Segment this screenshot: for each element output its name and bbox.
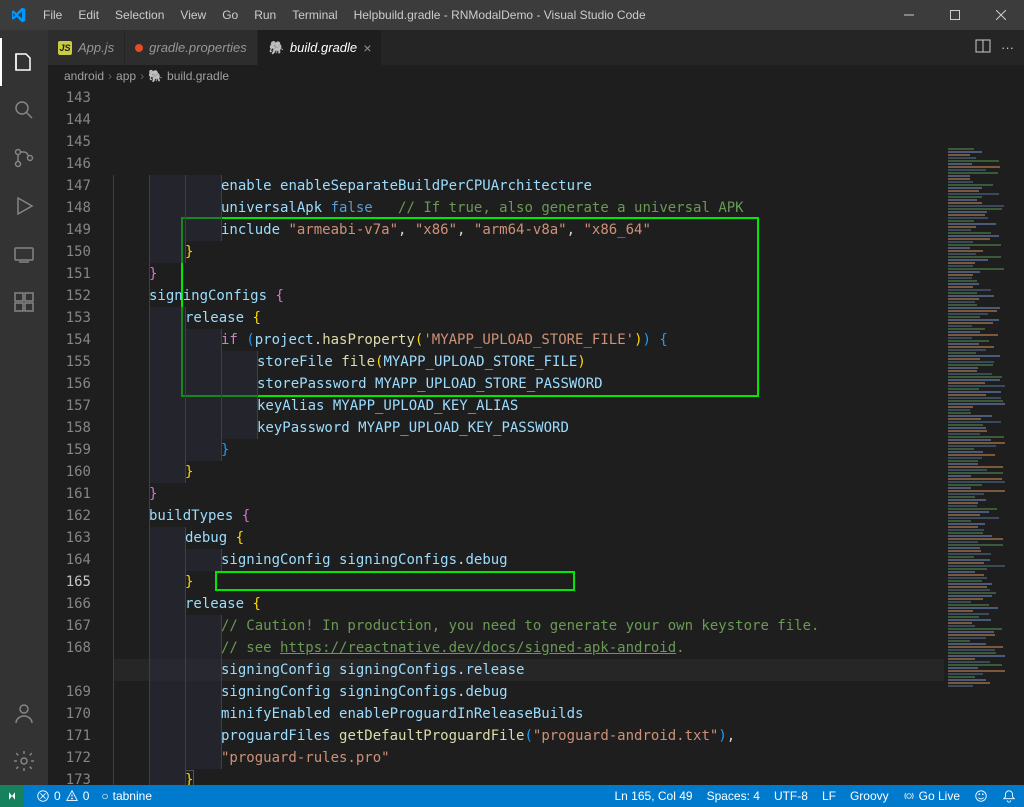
minimize-button[interactable] (886, 0, 932, 30)
extensions-icon[interactable] (0, 278, 48, 326)
breadcrumb-item[interactable]: build.gradle (167, 69, 229, 83)
close-button[interactable] (978, 0, 1024, 30)
code-line[interactable]: } (113, 263, 1024, 285)
code-line[interactable]: } (113, 769, 1024, 785)
menu-item-go[interactable]: Go (214, 0, 246, 30)
code-line[interactable]: if (project.hasProperty('MYAPP_UPLOAD_ST… (113, 329, 1024, 351)
code-line[interactable]: } (113, 483, 1024, 505)
code-content[interactable]: enable enableSeparateBuildPerCPUArchitec… (113, 87, 1024, 785)
close-tab-icon[interactable]: × (363, 40, 371, 56)
menu-item-edit[interactable]: Edit (70, 0, 107, 30)
code-line[interactable]: universalApk false // If true, also gene… (113, 197, 1024, 219)
indentation-indicator[interactable]: Spaces: 4 (707, 789, 760, 803)
notifications-icon[interactable] (1002, 789, 1016, 803)
code-line[interactable]: release { (113, 307, 1024, 329)
code-line[interactable]: } (113, 461, 1024, 483)
code-line[interactable]: "proguard-rules.pro" (113, 747, 1024, 769)
gradle-icon: 🐘 (148, 69, 163, 83)
menu-item-view[interactable]: View (172, 0, 214, 30)
menu-bar: FileEditSelectionViewGoRunTerminalHelp (35, 0, 386, 30)
tab-App-js[interactable]: JSApp.js (48, 30, 125, 65)
code-line[interactable]: buildTypes { (113, 505, 1024, 527)
code-line[interactable]: } (113, 571, 1024, 593)
code-line[interactable]: signingConfigs { (113, 285, 1024, 307)
gradle-icon: 🐘 (268, 40, 284, 56)
menu-item-terminal[interactable]: Terminal (284, 0, 345, 30)
tab-gradle-properties[interactable]: gradle.properties (125, 30, 258, 65)
tab-bar: JSApp.jsgradle.properties🐘build.gradle× … (48, 30, 1024, 65)
menu-item-file[interactable]: File (35, 0, 70, 30)
feedback-icon[interactable] (974, 789, 988, 803)
activity-bar (0, 30, 48, 785)
window-title: build.gradle - RNModalDemo - Visual Stud… (378, 8, 645, 22)
remote-indicator[interactable] (0, 785, 24, 807)
split-editor-icon[interactable] (975, 38, 991, 57)
chevron-right-icon: › (140, 69, 144, 83)
explorer-icon[interactable] (0, 38, 48, 86)
menu-item-run[interactable]: Run (246, 0, 284, 30)
search-icon[interactable] (0, 86, 48, 134)
status-bar: 0 0 ○ tabnine Ln 165, Col 49 Spaces: 4 U… (0, 785, 1024, 807)
go-live-button[interactable]: Go Live (903, 789, 960, 803)
window-controls (886, 0, 1024, 30)
remote-icon[interactable] (0, 230, 48, 278)
eol-indicator[interactable]: LF (822, 789, 836, 803)
minimap[interactable] (944, 144, 1024, 785)
code-line[interactable]: // Caution! In production, you need to g… (113, 615, 1024, 637)
code-line[interactable]: } (113, 439, 1024, 461)
vscode-logo-icon (0, 7, 35, 23)
js-icon: JS (58, 41, 72, 55)
source-control-icon[interactable] (0, 134, 48, 182)
menu-item-selection[interactable]: Selection (107, 0, 172, 30)
code-line[interactable]: keyPassword MYAPP_UPLOAD_KEY_PASSWORD (113, 417, 1024, 439)
tabnine-indicator[interactable]: ○ tabnine (101, 789, 152, 803)
cursor-position[interactable]: Ln 165, Col 49 (615, 789, 693, 803)
code-line[interactable]: keyAlias MYAPP_UPLOAD_KEY_ALIAS (113, 395, 1024, 417)
code-line[interactable]: signingConfig signingConfigs.debug (113, 681, 1024, 703)
more-actions-icon[interactable]: ··· (1001, 40, 1014, 55)
breadcrumbs[interactable]: android › app › 🐘 build.gradle (48, 65, 1024, 87)
code-line[interactable]: minifyEnabled enableProguardInReleaseBui… (113, 703, 1024, 725)
code-line[interactable]: release { (113, 593, 1024, 615)
code-line[interactable]: debug { (113, 527, 1024, 549)
settings-gear-icon[interactable] (0, 737, 48, 785)
breadcrumb-item[interactable]: android (64, 69, 104, 83)
code-line[interactable]: signingConfig signingConfigs.debug (113, 549, 1024, 571)
breadcrumb-item[interactable]: app (116, 69, 136, 83)
line-number-gutter: 1431441451461471481491501511521531541551… (48, 87, 113, 785)
code-line[interactable]: proguardFiles getDefaultProguardFile("pr… (113, 725, 1024, 747)
tab-actions: ··· (975, 30, 1024, 65)
code-editor[interactable]: 1431441451461471481491501511521531541551… (48, 87, 1024, 785)
maximize-button[interactable] (932, 0, 978, 30)
properties-icon (135, 44, 143, 52)
code-line[interactable]: // see https://reactnative.dev/docs/sign… (113, 637, 1024, 659)
encoding-indicator[interactable]: UTF-8 (774, 789, 808, 803)
editor-area: JSApp.jsgradle.properties🐘build.gradle× … (48, 30, 1024, 785)
code-line[interactable]: enable enableSeparateBuildPerCPUArchitec… (113, 175, 1024, 197)
code-line[interactable]: } (113, 241, 1024, 263)
run-debug-icon[interactable] (0, 182, 48, 230)
language-mode[interactable]: Groovy (850, 789, 889, 803)
code-line[interactable]: storePassword MYAPP_UPLOAD_STORE_PASSWOR… (113, 373, 1024, 395)
accounts-icon[interactable] (0, 689, 48, 737)
code-line[interactable]: include "armeabi-v7a", "x86", "arm64-v8a… (113, 219, 1024, 241)
title-bar: FileEditSelectionViewGoRunTerminalHelp b… (0, 0, 1024, 30)
tab-build-gradle[interactable]: 🐘build.gradle× (258, 30, 383, 65)
problems-indicator[interactable]: 0 0 (36, 789, 89, 803)
code-line[interactable]: storeFile file(MYAPP_UPLOAD_STORE_FILE) (113, 351, 1024, 373)
chevron-right-icon: › (108, 69, 112, 83)
code-line[interactable]: signingConfig signingConfigs.release (113, 659, 1024, 681)
